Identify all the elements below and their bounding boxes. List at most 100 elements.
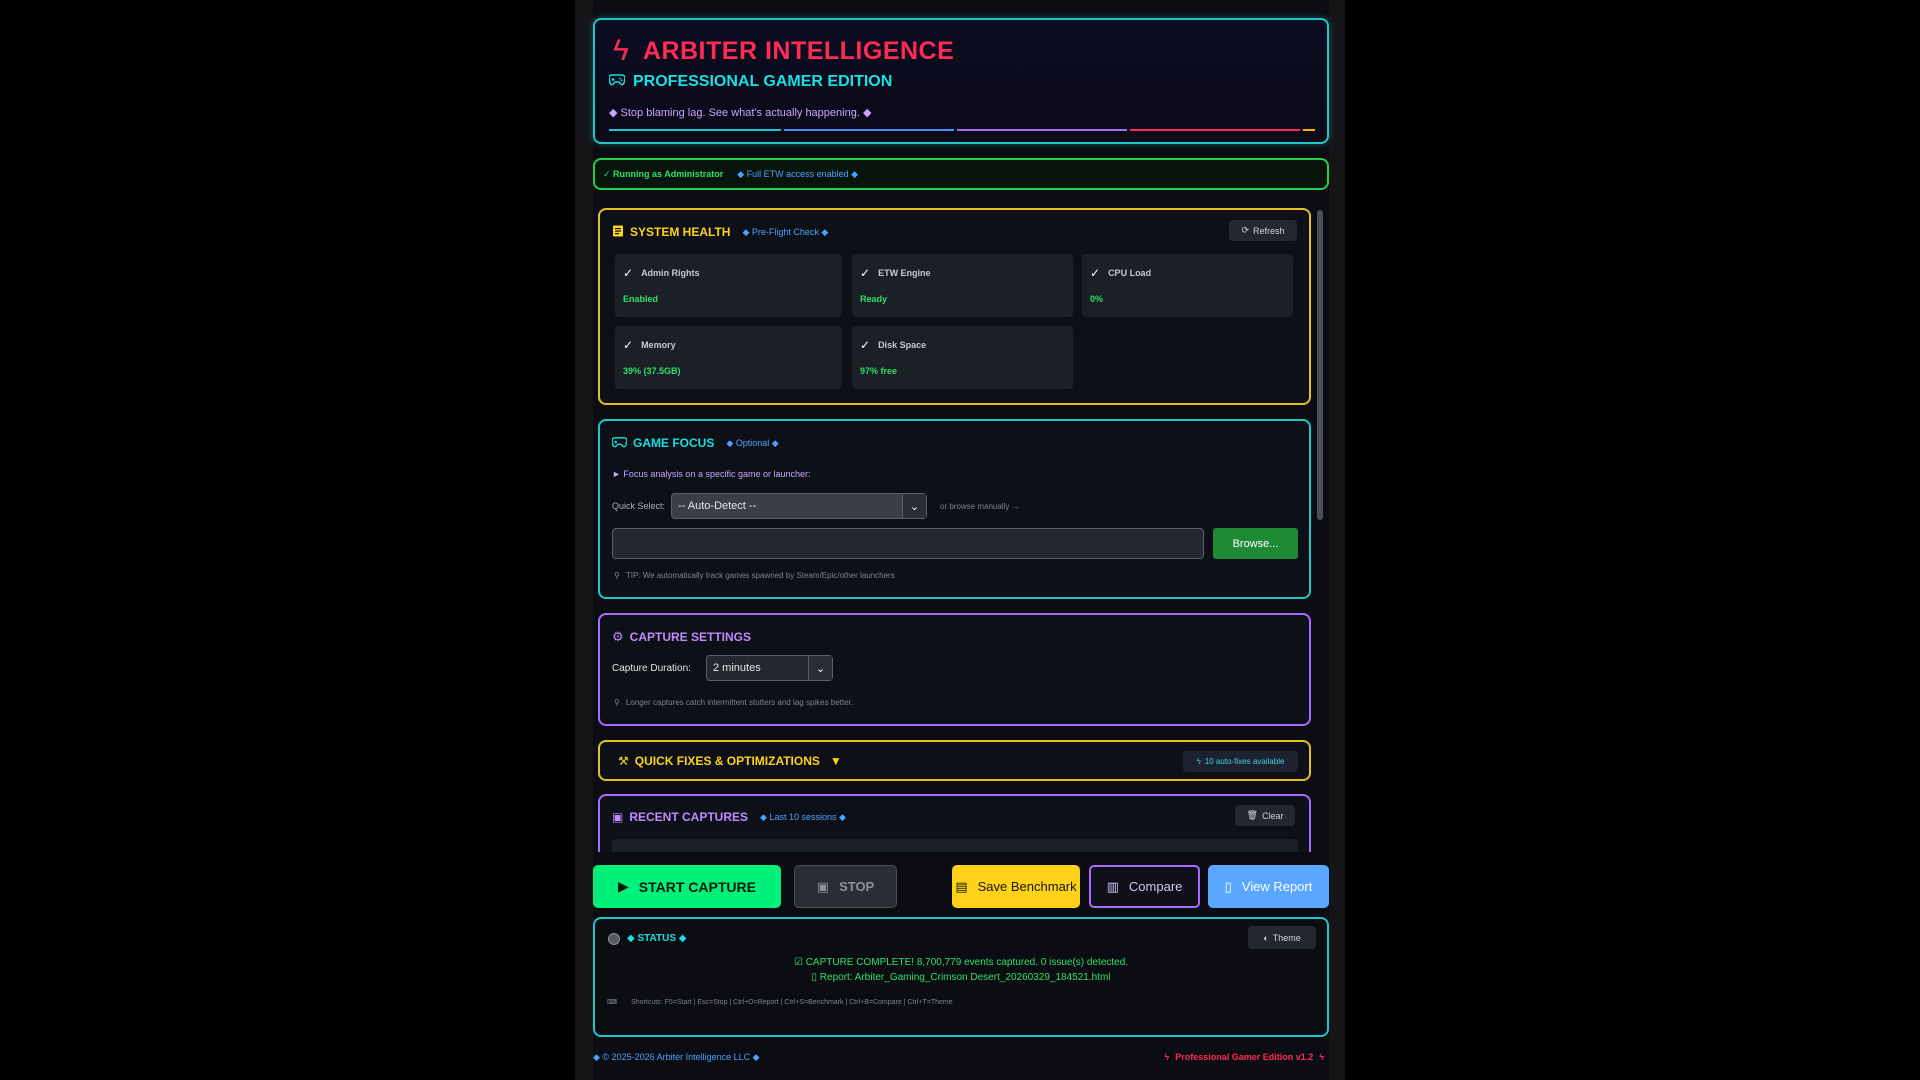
lightning-bolt-icon: ϟ xyxy=(1196,757,1201,766)
view-report-label: View Report xyxy=(1241,879,1313,894)
status-message-report: ▯ Report: Arbiter_Gaming_Crimson Desert_… xyxy=(595,972,1327,983)
capture-tip-text: Longer captures catch intermittent stutt… xyxy=(625,698,854,707)
chevron-down-icon: ⌄ xyxy=(808,656,832,680)
capture-settings-title-text: CAPTURE SETTINGS xyxy=(629,630,751,644)
check-value: 39% (37.5GB) xyxy=(623,366,681,376)
settings-scroll-area[interactable]: SYSTEM HEALTH ◆ Pre-Flight Check ◆ ⟳ Ref… xyxy=(593,200,1329,852)
view-report-button[interactable]: ▯ View Report xyxy=(1208,865,1329,908)
lightbulb-icon: ⚲ xyxy=(614,571,620,580)
stop-icon: ▣ xyxy=(816,878,830,894)
check-value: Enabled xyxy=(623,294,659,304)
check-value: 97% free xyxy=(860,366,898,376)
shortcuts-hint: ⌨ Shortcuts: F5=Start | Esc=Stop | Ctrl+… xyxy=(607,998,953,1007)
check-memory: ✓ Memory 39% (37.5GB) xyxy=(615,326,842,389)
stop-label: STOP xyxy=(839,879,875,894)
save-benchmark-button[interactable]: ▤ Save Benchmark xyxy=(952,865,1080,908)
refresh-icon: ⟳ xyxy=(1241,225,1250,235)
recent-capture-item[interactable] xyxy=(612,839,1298,852)
game-focus-title: GAME FOCUS ◆ Optional ◆ xyxy=(611,435,779,451)
check-label: Admin Rights xyxy=(641,268,700,278)
app-window: ϟ ARBITER INTELLIGENCE PROFESSIONAL GAME… xyxy=(575,0,1345,1080)
check-disk-space: ✓ Disk Space 97% free xyxy=(852,326,1073,389)
recent-captures-panel: ▣ RECENT CAPTURES ◆ Last 10 sessions ◆ 🗑… xyxy=(598,794,1311,852)
recent-captures-title: ▣ RECENT CAPTURES ◆ Last 10 sessions ◆ xyxy=(612,810,846,824)
auto-fixes-badge: ϟ 10 auto-fixes available xyxy=(1183,751,1298,772)
chevron-down-icon: ⌄ xyxy=(902,494,926,518)
status-panel: ◆ STATUS ◆ ◐ Theme ☑ CAPTURE COMPLETE! 8… xyxy=(593,917,1329,1037)
document-icon: ▯ xyxy=(811,972,817,983)
start-capture-button[interactable]: ▶ START CAPTURE xyxy=(593,865,781,908)
capture-tip: ⚲ Longer captures catch intermittent stu… xyxy=(614,698,853,707)
accent-bar-purple xyxy=(957,129,1127,131)
quick-fixes-title-text: QUICK FIXES & OPTIMIZATIONS xyxy=(634,754,820,768)
etw-status: ◆ Full ETW access enabled ◆ xyxy=(737,168,859,179)
refresh-button[interactable]: ⟳ Refresh xyxy=(1229,220,1297,241)
check-icon: ✓ xyxy=(623,338,634,352)
gamepad-icon xyxy=(611,435,628,451)
check-cpu-load: ✓ CPU Load 0% xyxy=(1082,254,1293,317)
theme-label: Theme xyxy=(1272,932,1301,943)
footer-edition: ϟ Professional Gamer Edition v1.2 ϟ xyxy=(1164,1052,1324,1062)
game-focus-description: ► Focus analysis on a specific game or l… xyxy=(612,469,811,479)
gear-icon: ⚙ xyxy=(612,629,624,644)
wrench-icon: ⚒ xyxy=(618,754,629,768)
scrollbar-thumb[interactable] xyxy=(1317,210,1323,520)
clear-label: Clear xyxy=(1261,810,1284,821)
auto-fixes-count: 10 auto-fixes available xyxy=(1204,757,1285,766)
clear-button[interactable]: 🗑 Clear xyxy=(1235,805,1295,826)
caret-down-icon: ▼ xyxy=(829,754,842,768)
status-title: ◆ STATUS ◆ xyxy=(627,933,687,944)
system-health-note: ◆ Pre-Flight Check ◆ xyxy=(742,226,829,237)
edition-subtitle: PROFESSIONAL GAMER EDITION xyxy=(608,72,893,91)
save-benchmark-label: Save Benchmark xyxy=(977,879,1077,894)
accent-bars xyxy=(609,129,1315,132)
edition-subtitle-text: PROFESSIONAL GAMER EDITION xyxy=(633,72,893,90)
check-icon: ✓ xyxy=(860,266,871,280)
browse-hint: or browse manually → xyxy=(940,502,1020,511)
check-admin-rights: ✓ Admin Rights Enabled xyxy=(615,254,842,317)
refresh-label: Refresh xyxy=(1253,225,1285,236)
lightbulb-icon: ⚲ xyxy=(614,698,620,707)
check-icon: ✓ xyxy=(1090,266,1101,280)
game-path-input[interactable] xyxy=(612,528,1204,559)
game-focus-tip-text: TIP: We automatically track games spawne… xyxy=(625,571,895,580)
clipboard-icon xyxy=(612,224,624,240)
quick-fixes-title: ⚒ QUICK FIXES & OPTIMIZATIONS ▼ xyxy=(618,754,842,768)
keyboard-icon: ⌨ xyxy=(607,999,618,1006)
status-message-complete-text: CAPTURE COMPLETE! 8,700,779 events captu… xyxy=(805,957,1129,968)
status-indicator xyxy=(608,933,620,945)
play-icon: ▶ xyxy=(618,878,629,894)
game-focus-title-text: GAME FOCUS xyxy=(633,436,715,450)
browse-button[interactable]: Browse... xyxy=(1213,528,1298,559)
theme-button[interactable]: ◐ Theme xyxy=(1248,926,1316,949)
check-label: ETW Engine xyxy=(878,268,931,278)
check-etw-engine: ✓ ETW Engine Ready xyxy=(852,254,1073,317)
document-icon: ▯ xyxy=(1224,878,1232,894)
status-message-report-text: Report: Arbiter_Gaming_Crimson Desert_20… xyxy=(819,972,1111,983)
accent-bar-amber xyxy=(1303,129,1315,131)
lightning-bolt-icon: ϟ xyxy=(613,34,629,67)
check-value: Ready xyxy=(860,294,888,304)
check-label: CPU Load xyxy=(1108,268,1152,278)
game-focus-tip: ⚲ TIP: We automatically track games spaw… xyxy=(614,571,895,580)
system-health-panel: SYSTEM HEALTH ◆ Pre-Flight Check ◆ ⟳ Ref… xyxy=(598,208,1311,405)
trash-icon: 🗑 xyxy=(1246,810,1258,820)
gamepad-icon xyxy=(608,72,626,91)
duration-select[interactable]: 2 minutes ⌄ xyxy=(706,655,833,681)
system-health-title: SYSTEM HEALTH ◆ Pre-Flight Check ◆ xyxy=(612,224,828,240)
recent-captures-note: ◆ Last 10 sessions ◆ xyxy=(760,811,846,822)
footer-copyright: ◆ © 2025-2026 Arbiter Intelligence LLC ◆ xyxy=(593,1052,760,1062)
start-capture-label: START CAPTURE xyxy=(638,878,756,895)
compare-button[interactable]: ▥ Compare xyxy=(1089,865,1200,908)
recent-captures-title-text: RECENT CAPTURES xyxy=(629,810,749,824)
duration-value: 2 minutes xyxy=(713,662,761,674)
app-title-text: ARBITER INTELLIGENCE xyxy=(642,36,955,65)
stop-button[interactable]: ▣ STOP xyxy=(794,865,897,908)
game-focus-panel: GAME FOCUS ◆ Optional ◆ ► Focus analysis… xyxy=(598,419,1311,599)
check-label: Disk Space xyxy=(878,340,927,350)
status-message-complete: ☑ CAPTURE COMPLETE! 8,700,779 events cap… xyxy=(595,957,1327,968)
header-banner: ϟ ARBITER INTELLIGENCE PROFESSIONAL GAME… xyxy=(593,18,1329,144)
accent-bar-red xyxy=(1130,129,1300,131)
quick-select-dropdown[interactable]: -- Auto-Detect -- ⌄ xyxy=(671,493,927,519)
quick-fixes-panel[interactable]: ⚒ QUICK FIXES & OPTIMIZATIONS ▼ ϟ 10 aut… xyxy=(598,740,1311,781)
